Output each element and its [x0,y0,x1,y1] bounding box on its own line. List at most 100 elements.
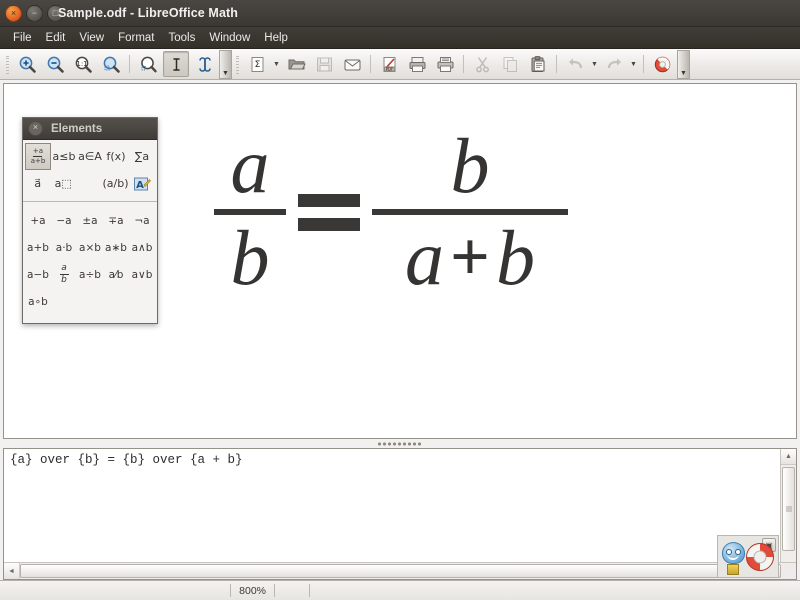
fraction-right-bar [372,209,568,216]
print-preview-icon[interactable] [432,51,458,77]
vertical-scroll-track[interactable] [781,465,796,562]
fraction-right-denominator: a + b [397,219,543,297]
lifering-icon [746,542,774,571]
refresh-view-icon[interactable] [135,51,161,77]
category-brackets[interactable]: a⬚ [51,170,77,197]
elements-category-grid: +a a+b a≤b a∈A f(x) ∑a a⃗ a⬚ (a/b) A [23,140,157,202]
open-icon[interactable] [283,51,309,77]
horizontal-scroll-track[interactable] [20,563,781,579]
undo-icon [562,51,588,77]
zoom-fit-icon[interactable] [98,51,124,77]
menu-item-window[interactable]: Window [202,30,257,46]
paste-icon[interactable] [525,51,551,77]
export-pdf-icon[interactable]: PDF [376,51,402,77]
operator-minusplus-a[interactable]: ∓a [103,207,129,234]
horizontal-scroll-thumb[interactable] [20,564,781,578]
menu-item-file[interactable]: File [6,30,39,46]
menu-item-tools[interactable]: Tools [162,30,203,46]
undo-dropdown-icon[interactable]: ▼ [589,52,600,76]
operator-plusminus-a[interactable]: ±a [77,207,103,234]
overflow-glyph-2: ▼ [680,69,687,77]
formula-cursor-icon[interactable] [163,51,189,77]
scroll-thumb-grip [785,506,792,512]
toolbar-overflow-button-2[interactable]: ▼ [677,49,690,79]
command-horizontal-scrollbar[interactable]: ◄ [4,562,796,579]
svg-text:Σ: Σ [254,60,260,70]
minimize-icon[interactable]: − [26,4,43,22]
zoom-100-icon[interactable]: 1:1 [70,51,96,77]
operator-a-cdot-b[interactable]: a·b [51,234,77,261]
scrollbar-corner [781,563,796,579]
operator-a-circ-b[interactable]: a∘b [25,288,51,315]
operator-a-slash-b[interactable]: a⁄b [103,261,129,288]
help-agent[interactable]: ▣ [717,535,779,578]
category-set-ops[interactable]: a∈A [77,143,103,170]
command-vertical-scrollbar[interactable]: ▲ [780,449,796,562]
menu-item-help[interactable]: Help [257,30,295,46]
operator-a-minus-b[interactable]: a−b [25,261,51,288]
operator-plus-a[interactable]: +a [25,207,51,234]
category-attributes[interactable]: a⃗ [25,170,51,197]
menu-item-format[interactable]: Format [111,30,161,46]
operator-a-or-b[interactable]: a∨b [129,261,155,288]
scroll-left-icon[interactable]: ◄ [4,563,20,579]
elements-icon[interactable] [191,51,217,77]
category-operators[interactable]: ∑a [129,143,155,170]
operator-a-div-b[interactable]: a÷b [77,261,103,288]
toolbar-separator-4 [556,55,557,73]
fraction-right-numerator: b [450,122,490,209]
operator-a-times-b[interactable]: a×b [77,234,103,261]
command-input[interactable]: {a} over {b} = {b} over {a + b} [4,449,780,562]
formula-canvas[interactable]: a b b a + b × Elements +a a+b a≤b a∈A f(… [3,83,797,439]
close-icon[interactable]: × [28,121,43,136]
toolbar-separator-2 [370,55,371,73]
new-formula-dropdown-icon[interactable]: ▼ [271,52,282,76]
category-formats[interactable]: (a/b) [102,170,130,197]
operator-not-a[interactable]: ¬a [129,207,155,234]
operator-row-4: a∘b [25,288,155,315]
menu-item-edit[interactable]: Edit [39,30,73,46]
toolbar-separator-5 [643,55,644,73]
denominator-operator: + [450,219,490,297]
svg-text:1:1: 1:1 [76,60,87,68]
status-bar: 800% [0,580,800,600]
category-others[interactable]: A [130,170,156,197]
operator-minus-a[interactable]: −a [51,207,77,234]
panel-splitter[interactable] [0,439,800,448]
scroll-up-icon[interactable]: ▲ [781,449,796,465]
print-icon[interactable] [404,51,430,77]
cut-icon [469,51,495,77]
toolbar-overflow-button[interactable]: ▼ [219,49,232,79]
close-icon[interactable]: × [5,4,22,22]
operator-a-and-b[interactable]: a∧b [129,234,155,261]
menu-item-view[interactable]: View [72,30,111,46]
vertical-scroll-thumb[interactable] [782,467,795,551]
operator-a-over-b[interactable]: ab [51,261,77,288]
elements-category-row-2: a⃗ a⬚ (a/b) A [25,170,155,197]
category-unary-binary[interactable]: +a a+b [25,143,51,170]
operator-row-2: a+b a·b a×b a∗b a∧b [25,234,155,261]
libreoffice-math-window: × − □ Sample.odf - LibreOffice Math File… [0,0,800,600]
fraction-right: b a + b [372,122,568,297]
zoom-out-icon[interactable] [42,51,68,77]
new-formula-icon[interactable]: Σ [244,51,270,77]
email-icon[interactable] [339,51,365,77]
category-functions[interactable]: f(x) [103,143,129,170]
zoom-level[interactable]: 800% [231,585,274,597]
standard-toolbar: 1:1 ▼ Σ ▼ PDF ▼ ▼ ▼ [0,49,800,80]
toolbar-separator [129,55,130,73]
operator-a-plus-b[interactable]: a+b [25,234,51,261]
elements-category-row-1: +a a+b a≤b a∈A f(x) ∑a [25,143,155,170]
toolbar-grip-2[interactable] [234,54,241,74]
bulb-head [722,541,745,564]
help-icon[interactable] [649,51,675,77]
dropdown-glyph: ▼ [273,60,280,68]
category-relations[interactable]: a≤b [51,143,77,170]
redo-dropdown-icon[interactable]: ▼ [628,52,639,76]
operator-row-3: a−b ab a÷b a⁄b a∨b [25,261,155,288]
elements-panel-titlebar[interactable]: × Elements [23,118,157,140]
operator-a-ast-b[interactable]: a∗b [103,234,129,261]
toolbar-grip[interactable] [4,54,11,74]
zoom-in-icon[interactable] [14,51,40,77]
command-editor[interactable]: {a} over {b} = {b} over {a + b} ▲ ◄ [3,448,797,580]
